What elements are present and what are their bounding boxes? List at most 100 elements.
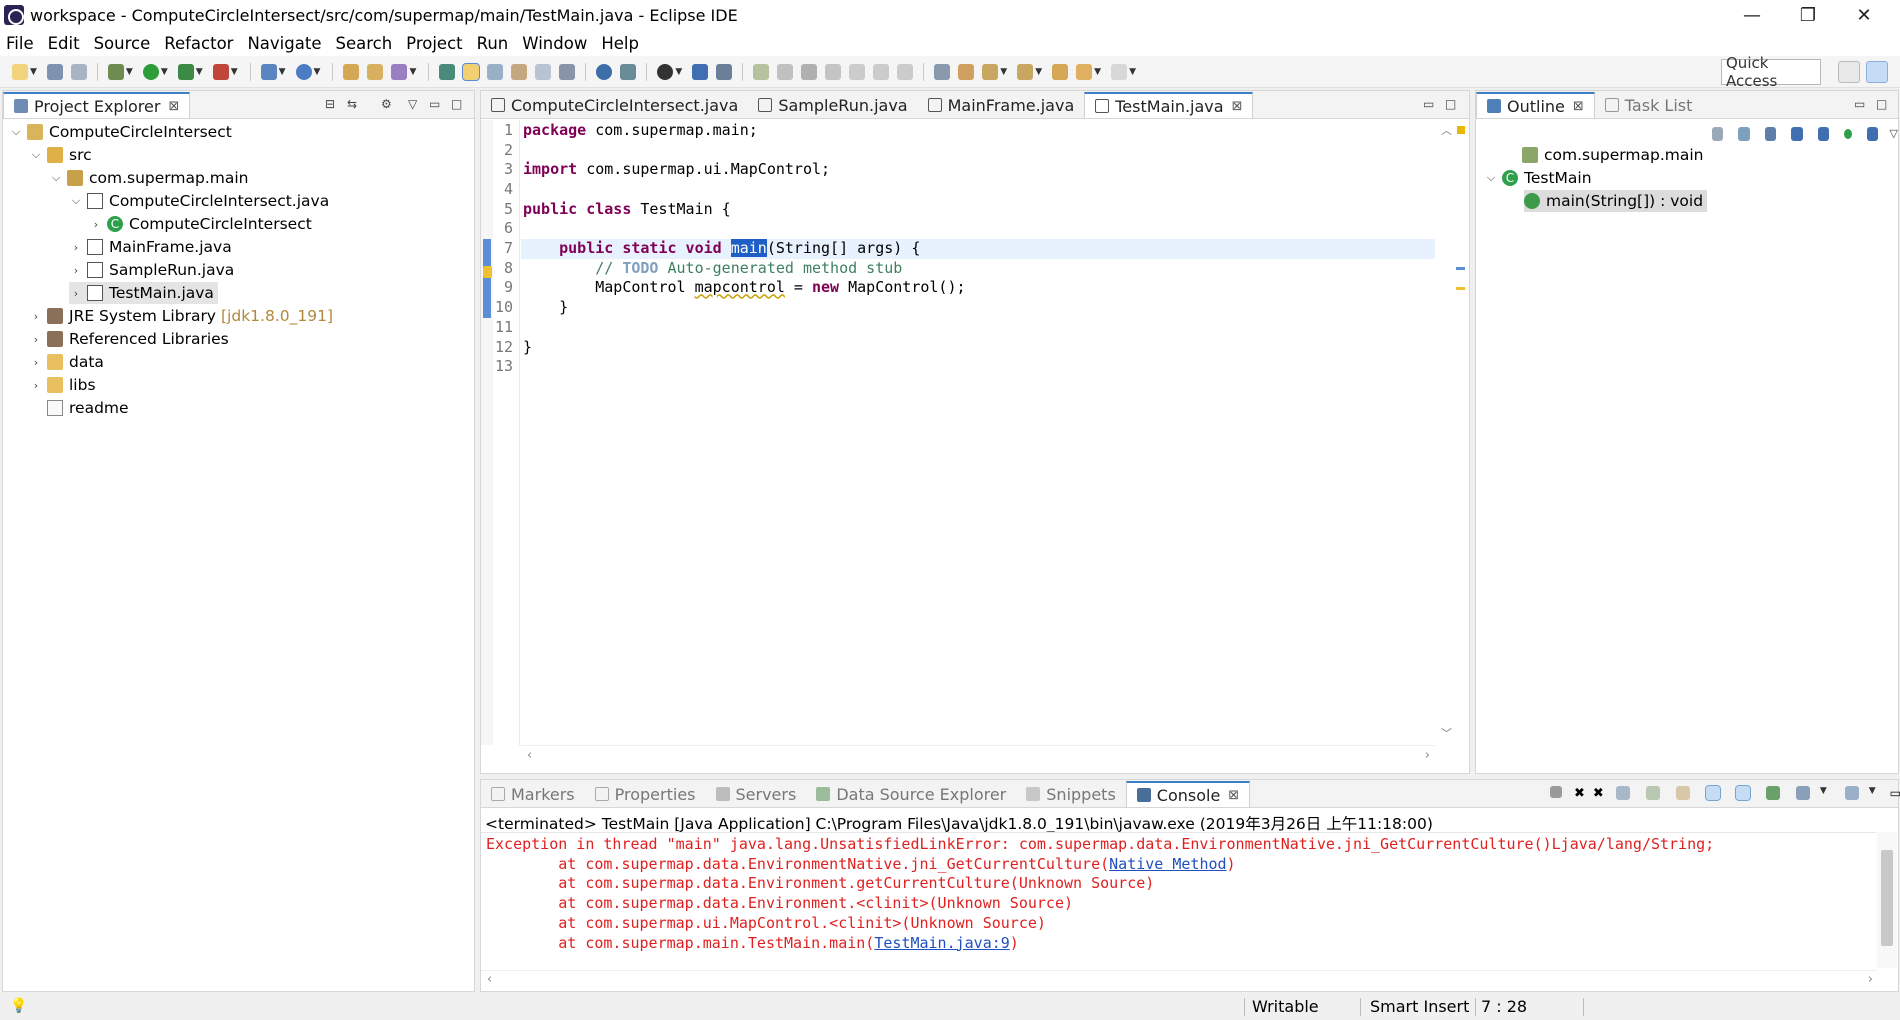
chevron-down-icon[interactable]: ⌵ bbox=[49, 171, 63, 185]
filter-icon[interactable]: ⚙ bbox=[381, 97, 392, 111]
new-dropdown-icon[interactable]: ▼ bbox=[30, 67, 37, 77]
close-icon[interactable]: ⊠ bbox=[1232, 99, 1243, 114]
minimize-view-icon[interactable]: ▭ bbox=[1854, 97, 1865, 111]
chevron-down-icon[interactable]: ⌵ bbox=[29, 148, 43, 162]
chevron-right-icon[interactable]: › bbox=[69, 264, 83, 277]
minimize-view-icon[interactable]: ▭ bbox=[429, 97, 440, 111]
previous-annotation-icon[interactable] bbox=[1017, 63, 1034, 80]
menu-help[interactable]: Help bbox=[601, 34, 639, 53]
tree-item-file[interactable]: › SampleRun.java bbox=[69, 259, 234, 281]
run-icon[interactable] bbox=[142, 63, 159, 80]
open-perspective-icon[interactable] bbox=[1838, 61, 1860, 83]
tab-snippets[interactable]: Snippets bbox=[1016, 781, 1126, 807]
tree-item-referenced-libraries[interactable]: › Referenced Libraries bbox=[29, 328, 229, 350]
scroll-thumb[interactable] bbox=[1881, 850, 1893, 946]
scroll-right-icon[interactable]: › bbox=[1425, 748, 1430, 763]
chevron-down-icon[interactable]: ⌵ bbox=[69, 194, 83, 208]
tab-mainframe[interactable]: MainFrame.java bbox=[918, 92, 1085, 118]
tree-item-libs[interactable]: › libs bbox=[29, 374, 96, 396]
tree-item-data[interactable]: › data bbox=[29, 351, 104, 373]
scroll-right-icon[interactable]: › bbox=[1868, 972, 1873, 987]
terminate-icon[interactable] bbox=[801, 63, 818, 80]
chevron-down-icon[interactable]: ⌵ bbox=[1484, 171, 1498, 185]
close-icon[interactable]: ⊠ bbox=[168, 99, 179, 114]
annotation-icon[interactable] bbox=[439, 63, 456, 80]
chevron-right-icon[interactable]: › bbox=[69, 287, 83, 300]
sort-icon[interactable] bbox=[1738, 127, 1750, 141]
word-wrap-icon[interactable] bbox=[1675, 786, 1690, 800]
outline-item-method-selected[interactable]: main(String[]) : void bbox=[1524, 190, 1708, 212]
pin-icon[interactable] bbox=[620, 63, 637, 80]
overview-warning-marker[interactable] bbox=[1456, 287, 1465, 290]
show-stderr-icon[interactable] bbox=[1734, 785, 1751, 801]
menu-run[interactable]: Run bbox=[477, 34, 509, 53]
tree-item-file[interactable]: ⌵ ComputeCircleIntersect.java bbox=[69, 190, 329, 212]
stack-trace-link[interactable]: Native Method bbox=[1109, 855, 1226, 873]
overview-warning-marker[interactable] bbox=[1457, 126, 1465, 134]
chevron-right-icon[interactable]: › bbox=[29, 379, 43, 392]
chevron-down-icon[interactable]: ⌵ bbox=[9, 125, 23, 139]
scroll-left-icon[interactable]: ‹ bbox=[487, 972, 492, 987]
word-wrap-icon[interactable] bbox=[487, 63, 504, 80]
tab-testmain[interactable]: TestMain.java ⊠ bbox=[1084, 92, 1254, 118]
link-editor-icon[interactable]: ⇆ bbox=[347, 97, 357, 111]
search-icon[interactable] bbox=[391, 63, 408, 80]
restore-button[interactable]: ❐ bbox=[1780, 0, 1836, 30]
tree-item-src[interactable]: ⌵ src bbox=[29, 144, 92, 166]
chevron-right-icon[interactable]: › bbox=[89, 218, 103, 231]
scroll-down-icon[interactable]: ﹀ bbox=[1441, 725, 1452, 741]
chevron-right-icon[interactable]: › bbox=[29, 333, 43, 346]
close-button[interactable]: ✕ bbox=[1836, 0, 1892, 30]
format-icon[interactable] bbox=[934, 63, 951, 80]
remove-launch-icon[interactable]: ✖ bbox=[1574, 786, 1585, 801]
forward-dropdown-icon[interactable]: ▼ bbox=[1129, 67, 1136, 77]
minimize-view-icon[interactable]: ▭ bbox=[1890, 786, 1900, 801]
tab-data-source-explorer[interactable]: Data Source Explorer bbox=[806, 781, 1016, 807]
tab-console[interactable]: Console ⊠ bbox=[1125, 781, 1251, 807]
link-editor-icon[interactable] bbox=[1867, 127, 1879, 141]
terminate-icon[interactable] bbox=[1550, 786, 1562, 798]
hide-local-types-icon[interactable] bbox=[1843, 129, 1853, 139]
mark-occurrences-icon[interactable] bbox=[462, 62, 481, 81]
last-edit-icon[interactable] bbox=[1052, 63, 1069, 80]
suspend-icon[interactable] bbox=[777, 63, 794, 80]
vertical-scrollbar[interactable]: ︿ ﹀ bbox=[1436, 120, 1456, 745]
collapse-all-icon[interactable]: ⊟ bbox=[325, 97, 335, 111]
outline-item-package[interactable]: com.supermap.main bbox=[1504, 144, 1704, 166]
step-return-icon[interactable] bbox=[897, 63, 914, 80]
clear-console-icon[interactable] bbox=[1615, 786, 1630, 800]
scroll-lock-icon[interactable] bbox=[1645, 786, 1660, 800]
hide-nonpublic-icon[interactable] bbox=[1817, 127, 1829, 141]
tab-servers[interactable]: Servers bbox=[706, 781, 807, 807]
tab-properties[interactable]: Properties bbox=[585, 781, 706, 807]
tab-project-explorer[interactable]: Project Explorer ⊠ bbox=[3, 92, 191, 118]
maximize-view-icon[interactable]: □ bbox=[451, 97, 462, 111]
minimize-button[interactable]: — bbox=[1724, 0, 1780, 30]
next-annotation-icon[interactable] bbox=[982, 63, 999, 80]
stack-trace-link[interactable]: TestMain.java:9 bbox=[874, 934, 1009, 952]
open-task-icon[interactable] bbox=[367, 63, 384, 80]
show-whitespace-icon[interactable] bbox=[535, 63, 552, 80]
tab-task-list[interactable]: Task List bbox=[1595, 92, 1703, 118]
tab-outline[interactable]: Outline ⊠ bbox=[1476, 92, 1595, 118]
tab-markers[interactable]: Markers bbox=[481, 781, 585, 807]
tree-item-file-selected[interactable]: › TestMain.java bbox=[69, 282, 218, 304]
tree-item-package[interactable]: ⌵ com.supermap.main bbox=[49, 167, 249, 189]
profile-dropdown-icon[interactable]: ▼ bbox=[675, 67, 682, 77]
coverage-dropdown-icon[interactable]: ▼ bbox=[196, 67, 203, 77]
coverage-icon[interactable] bbox=[177, 63, 194, 80]
next-annotation-dropdown-icon[interactable]: ▼ bbox=[1000, 67, 1007, 77]
menu-navigate[interactable]: Navigate bbox=[247, 34, 321, 53]
display-console-dropdown-icon[interactable]: ▼ bbox=[1820, 786, 1827, 801]
outline-item-class[interactable]: ⌵ C TestMain bbox=[1484, 167, 1592, 189]
external-tools-dropdown-icon[interactable]: ▼ bbox=[231, 67, 238, 77]
disconnect-icon[interactable] bbox=[825, 63, 842, 80]
menu-search[interactable]: Search bbox=[335, 34, 392, 53]
save-icon[interactable] bbox=[46, 63, 63, 80]
console-horizontal-scrollbar[interactable]: ‹ › bbox=[481, 970, 1877, 990]
tree-item-class[interactable]: › C ComputeCircleIntersect bbox=[89, 213, 312, 235]
resume-icon[interactable] bbox=[753, 63, 770, 80]
terminal-icon[interactable] bbox=[692, 63, 709, 80]
menu-refactor[interactable]: Refactor bbox=[164, 34, 233, 53]
new-class-icon[interactable] bbox=[295, 63, 312, 80]
